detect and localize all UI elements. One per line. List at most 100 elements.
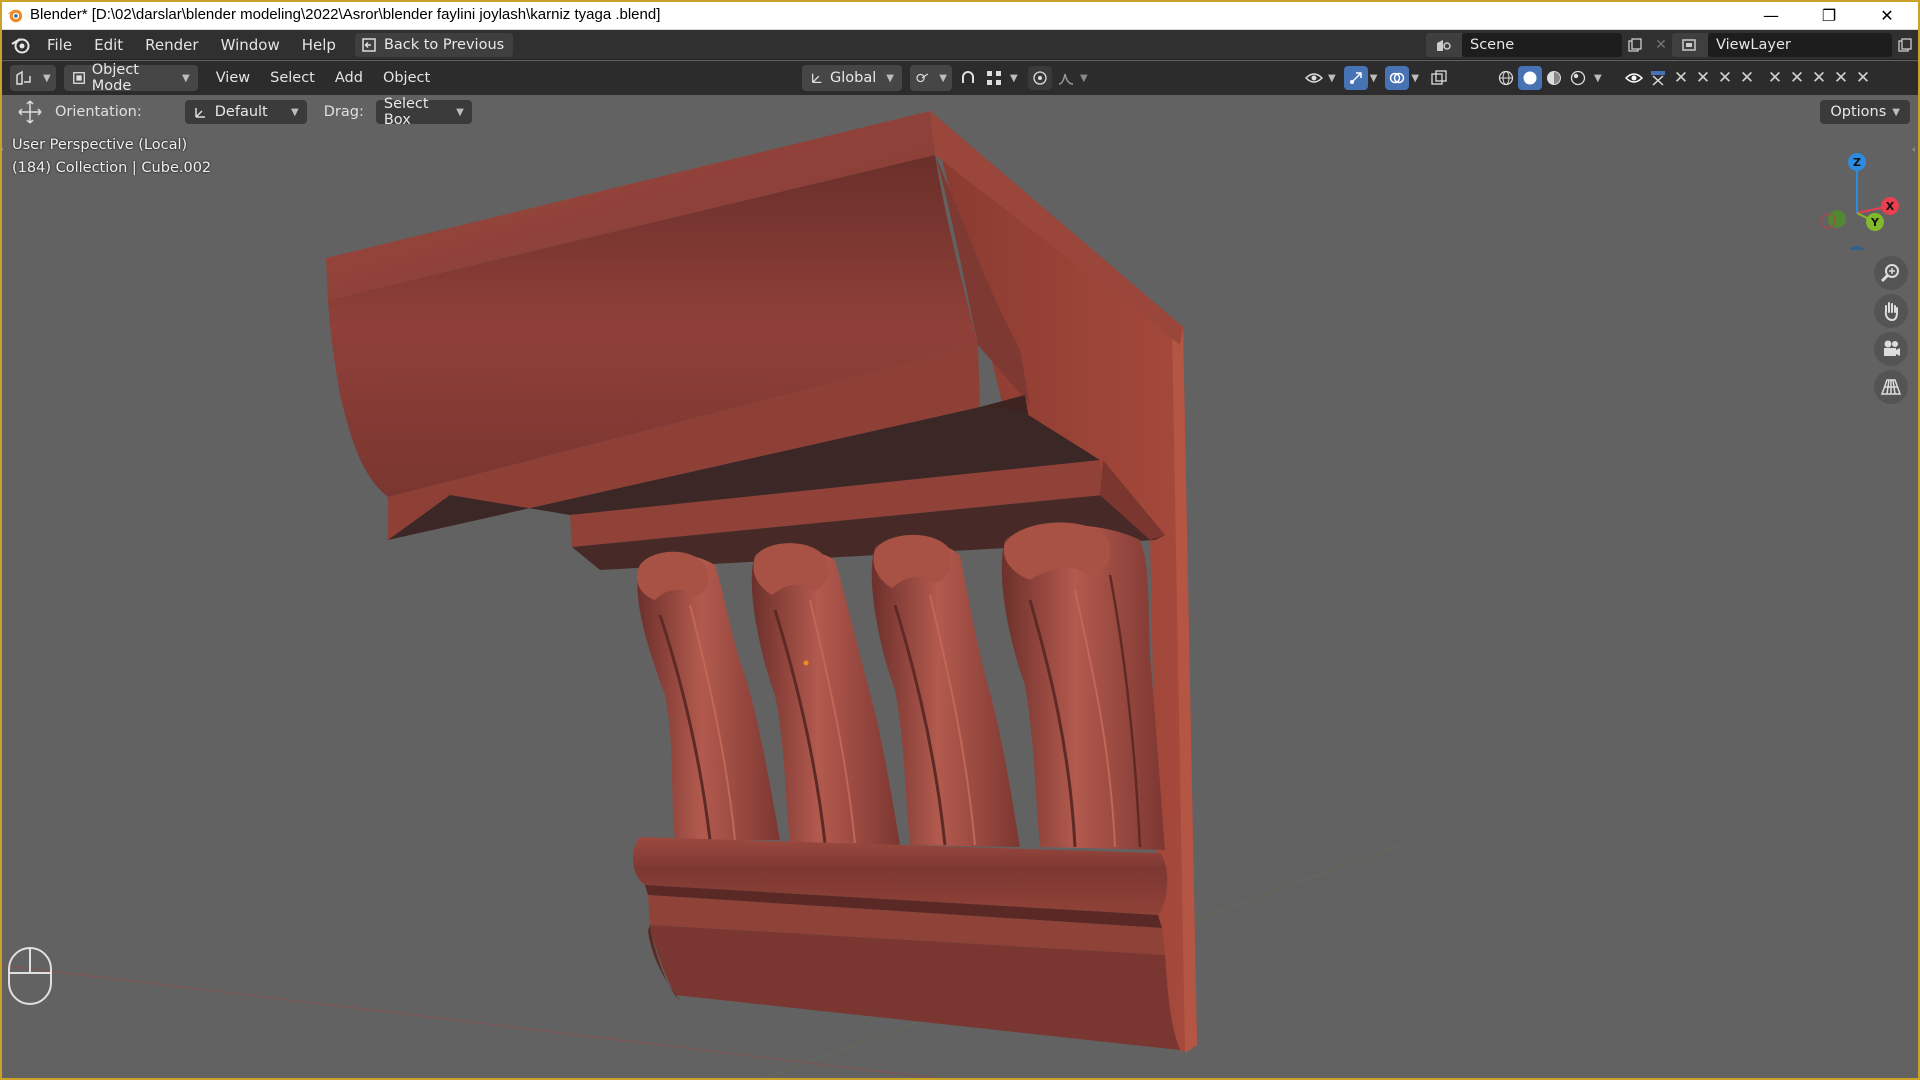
visibility-selectability-icon[interactable] [1302,66,1326,90]
snap-increment-icon[interactable] [982,66,1006,90]
orientation-axes-icon [811,73,822,84]
delete-scene-icon[interactable]: ✕ [1648,33,1674,57]
pivot-icon [916,73,929,83]
hand-icon [1884,302,1898,322]
solid-shading-icon[interactable] [1518,66,1542,90]
navigation-gizmo[interactable]: Z X Y [1810,140,1910,250]
back-to-previous-label: Back to Previous [383,36,505,53]
xray-toggle-icon[interactable] [1427,66,1451,90]
local-view-icon[interactable] [1646,66,1670,90]
chevron-down-icon: ▼ [886,72,894,84]
snapping-group: ▼ [956,65,1018,91]
sidebar-expand-icon[interactable]: ‹ [1912,145,1918,159]
material-preview-icon[interactable] [1542,66,1566,90]
chevron-down-icon[interactable]: ▼ [1328,73,1336,84]
chevron-down-icon: ▼ [939,72,947,84]
back-to-previous-button[interactable]: Back to Previous [354,32,514,57]
pan-button[interactable] [1874,294,1908,328]
close-icon: ✕ [1880,5,1894,25]
drag-dropdown[interactable]: Select Box ▼ [375,96,472,128]
object-mode-icon [72,72,85,84]
blender-logo-icon [6,9,23,22]
wireframe-shading-icon[interactable] [1494,66,1518,90]
blender-top-bar: File Edit Render Window Help Back to Pre… [0,30,1920,60]
mode-dropdown[interactable]: Object Mode ▼ [63,62,198,94]
z-axis-label: Z [1853,156,1861,169]
menu-render[interactable]: Render [134,30,209,60]
object-menu[interactable]: Object [373,70,440,86]
proportional-editing-icon[interactable] [1028,66,1052,90]
scene-selector[interactable]: Scene ✕ [1426,33,1674,57]
camera-icon [1884,340,1900,356]
hide-in-viewport-icon[interactable] [1622,66,1646,90]
scene-name-field[interactable]: Scene [1462,33,1622,57]
collection-toggle-icon[interactable]: ✕ [1764,66,1786,90]
collection-toggle-icon[interactable]: ✕ [1692,66,1714,90]
collection-toggle-icon[interactable]: ✕ [1736,66,1758,90]
blender-menu-icon[interactable] [10,34,32,56]
editor-type-dropdown[interactable]: ▼ [10,65,56,91]
collection-toggle-icon[interactable]: ✕ [1852,66,1874,90]
back-icon [362,37,376,52]
menu-help[interactable]: Help [291,30,347,60]
neg-y-axis-handle [1828,210,1846,228]
chevron-down-icon[interactable]: ▼ [1080,73,1088,84]
menu-edit[interactable]: Edit [83,30,134,60]
orientation-dropdown[interactable]: Default ▼ [184,100,307,124]
add-menu[interactable]: Add [325,70,373,86]
zoom-icon [1880,264,1899,283]
collection-info-label: (184) Collection | Cube.002 [12,160,212,176]
chevron-down-icon: ▼ [1892,106,1900,118]
view-layer-selector[interactable]: ViewLayer ✕ [1672,33,1920,57]
new-view-layer-icon[interactable] [1892,33,1918,57]
options-label: Options [1830,104,1887,120]
camera-view-button[interactable] [1874,332,1908,366]
pivot-point-dropdown[interactable]: ▼ [910,65,952,91]
viewport-header: ▼ Object Mode ▼ View Select Add Object G… [0,61,1920,95]
collection-toggle-icon[interactable]: ✕ [1670,66,1692,90]
zoom-button[interactable] [1874,256,1908,290]
window-title: Blender* [D:\02\darslar\blender modeling… [30,6,661,23]
orientation-label: Orientation: [55,104,142,120]
transform-orientation-dropdown[interactable]: Global ▼ [802,65,902,91]
collection-toggle-icon[interactable]: ✕ [1714,66,1736,90]
chevron-down-icon: ▼ [456,106,464,118]
chevron-down-icon[interactable]: ▼ [1411,73,1419,84]
chevron-down-icon[interactable]: ▼ [1010,73,1018,84]
perspective-toggle-button[interactable] [1874,370,1908,404]
neg-z-axis-handle [1849,246,1865,250]
collection-toggle-icon[interactable]: ✕ [1808,66,1830,90]
toolbar-expand-icon[interactable]: › [0,145,6,159]
view-toggles-group: ✕ ✕ ✕ ✕ ✕ ✕ ✕ ✕ ✕ [1622,65,1874,91]
options-dropdown[interactable]: Options ▼ [1820,100,1910,124]
restore-button[interactable]: ❐ [1800,0,1858,30]
mouse-icon [8,947,52,1005]
chevron-down-icon[interactable]: ▼ [1594,73,1602,84]
acanthus-leaves [636,522,1165,850]
new-scene-icon[interactable] [1622,33,1648,57]
orientation-default-icon [195,108,205,118]
menu-file[interactable]: File [36,30,83,60]
chevron-down-icon: ▼ [291,106,299,118]
collection-toggle-icon[interactable]: ✕ [1786,66,1808,90]
3d-viewport[interactable]: User Perspective (Local) (184) Collectio… [0,95,1920,1080]
show-overlays-icon[interactable] [1385,66,1410,90]
tool-settings-bar: Orientation: Default ▼ Drag: Select Box … [0,96,1920,128]
chevron-down-icon[interactable]: ▼ [1370,73,1378,84]
show-gizmo-icon[interactable] [1343,66,1368,90]
select-menu[interactable]: Select [260,70,325,86]
view-menu[interactable]: View [206,70,260,86]
snap-toggle-icon[interactable] [956,66,980,90]
scene-icon[interactable] [1426,33,1462,57]
minimize-button[interactable]: — [1742,0,1800,30]
collection-toggle-icon[interactable]: ✕ [1830,66,1852,90]
chevron-down-icon: ▼ [43,72,51,84]
rendered-shading-icon[interactable] [1566,66,1590,90]
window-title-bar: Blender* [D:\02\darslar\blender modeling… [0,0,1920,30]
close-window-button[interactable]: ✕ [1858,0,1916,30]
view-layer-icon[interactable] [1672,33,1708,57]
drag-label: Drag: [323,104,364,120]
menu-window[interactable]: Window [210,30,291,60]
view-layer-name-field[interactable]: ViewLayer [1708,33,1892,57]
falloff-curve-icon[interactable] [1054,66,1078,90]
